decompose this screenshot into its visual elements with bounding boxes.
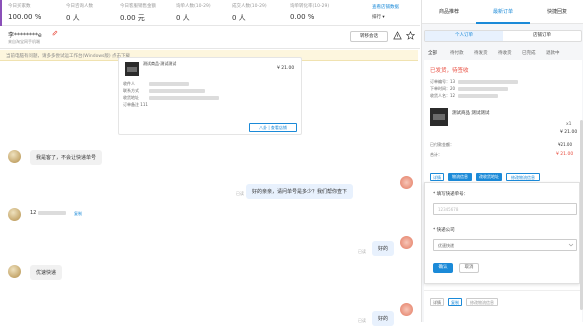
tracking-label: * 填写快递单号： bbox=[433, 192, 469, 197]
field-remark: 订单备注 111 bbox=[123, 102, 148, 107]
message-text: 12 bbox=[30, 210, 37, 216]
chat-area: 测试商品·测试测试 ¥ 21.00 收件人 联系方式 收货地址 订单备注 111… bbox=[0, 57, 420, 326]
agent-avatar bbox=[400, 236, 413, 249]
order-rows: 订单编号：13 下单时间：20 收货人名：12 bbox=[430, 78, 455, 99]
cancel-button[interactable]: 取消 bbox=[459, 263, 479, 273]
field-address: 收货地址 bbox=[123, 95, 139, 100]
view-data-link[interactable]: 查看店铺数据 bbox=[372, 4, 399, 10]
carrier-select-value: 优速快递 bbox=[438, 243, 454, 248]
read-status: 已读 bbox=[236, 191, 244, 196]
notice-text: 当前电脑有问题，请多多尝试运工作台(Windows版) 点击下载 bbox=[6, 54, 131, 59]
order-card-price: ¥ 21.00 bbox=[277, 66, 295, 71]
edit-icon[interactable] bbox=[52, 30, 58, 36]
customer-source: 来自淘宝网手机端 bbox=[8, 39, 40, 44]
customer-avatar bbox=[8, 150, 21, 163]
accent-bar bbox=[0, 0, 2, 26]
pay-label: 已付款金额： bbox=[430, 142, 454, 147]
filter-to-receive[interactable]: 待收货 bbox=[498, 50, 512, 56]
read-status: 已读 bbox=[358, 318, 366, 323]
order-card-product: 测试商品·测试测试 bbox=[143, 61, 177, 66]
change-address-button[interactable]: 改收货地址 bbox=[476, 173, 502, 181]
order-status: 已发货，待签收 bbox=[430, 68, 469, 74]
redacted-recipient-name bbox=[458, 94, 498, 98]
stat-buyers: 今日买家数 100.00 % bbox=[8, 4, 42, 21]
total-value: ¥ 21.00 bbox=[556, 152, 574, 157]
order-product-name: 测试商品 测试测试 bbox=[452, 111, 490, 116]
message-bubble: 我是客了，不会让快递单号 bbox=[30, 150, 103, 165]
stat-inquiries: 今日咨询人数 0 人 bbox=[66, 4, 93, 22]
bottom-copy-button[interactable]: 复制 bbox=[448, 298, 462, 306]
field-contact: 联系方式 bbox=[123, 88, 139, 93]
logistics-button[interactable]: 物流信息 bbox=[448, 173, 472, 181]
stats-bar: 今日买家数 100.00 % 今日咨询人数 0 人 今日客服销售金额 0.00 … bbox=[0, 0, 420, 26]
total-label: 合计： bbox=[430, 152, 442, 157]
order-detail: 已发货，待签收 订单编号：13 下单时间：20 收货人名：12 测试商品 测试测… bbox=[424, 60, 582, 322]
stat-inquiry-count: 询单人数(10-29) 0 人 bbox=[176, 4, 211, 22]
order-product-thumb bbox=[430, 108, 448, 126]
redacted-address bbox=[149, 96, 219, 100]
message-bubble: 好的 bbox=[372, 311, 395, 326]
sub-tab-personal[interactable]: 个人订单 bbox=[425, 31, 503, 41]
customer-avatar bbox=[8, 265, 21, 278]
stat-deal-count: 成交人数(10-29) 0 人 bbox=[232, 4, 267, 22]
redacted-phone bbox=[149, 89, 205, 93]
chat-header: 李********e 来自淘宝网手机端 转移会话 bbox=[0, 27, 420, 49]
stat-sales: 今日客服销售金额 0.00 元 bbox=[120, 4, 156, 22]
chevron-down-icon bbox=[568, 242, 574, 250]
tab-recommend[interactable]: 商品推荐 bbox=[422, 0, 476, 24]
filter-to-ship[interactable]: 待发货 bbox=[474, 50, 488, 56]
modify-logistics-button[interactable]: 修改物流信息 bbox=[506, 173, 540, 181]
customer-avatar bbox=[8, 208, 21, 221]
redacted-order-time bbox=[458, 87, 508, 91]
sort-dropdown[interactable]: 排行 ▾ bbox=[372, 14, 385, 20]
order-price: ¥ 21.00 bbox=[560, 130, 578, 135]
read-status: 已读 bbox=[358, 249, 366, 254]
redacted-order-no bbox=[458, 80, 518, 84]
bottom-modify-logistics-button[interactable]: 修改物流信息 bbox=[466, 298, 498, 306]
message-bubble: 优速快递 bbox=[30, 265, 63, 280]
filter-done[interactable]: 已完成 bbox=[522, 50, 536, 56]
order-card: 测试商品·测试测试 ¥ 21.00 收件人 联系方式 收货地址 订单备注 111… bbox=[118, 57, 302, 135]
bottom-detail-button[interactable]: 详情 bbox=[430, 298, 444, 306]
agent-avatar bbox=[400, 303, 413, 316]
order-card-action[interactable]: 八卦 | 查看店铺 bbox=[249, 123, 297, 132]
sub-tab-store[interactable]: 店铺订单 bbox=[503, 31, 581, 41]
message-bubble: 好的 bbox=[372, 241, 395, 256]
order-number: 订单编号：13 bbox=[430, 79, 456, 84]
order-card-fields: 收件人 联系方式 收货地址 订单备注 111 bbox=[123, 80, 148, 108]
tab-latest-orders[interactable]: 最新订单 bbox=[476, 0, 530, 24]
warning-icon[interactable] bbox=[393, 31, 402, 42]
ship-form: * 填写快递单号： 12345678 * 快递公司 优速快递 确认 取消 bbox=[424, 182, 580, 284]
order-qty: x1 bbox=[566, 122, 572, 127]
tab-quick-reply[interactable]: 快捷回复 bbox=[530, 0, 583, 24]
star-icon[interactable] bbox=[405, 30, 416, 42]
filter-refund[interactable]: 退款中 bbox=[546, 50, 560, 56]
product-thumb bbox=[125, 62, 139, 76]
field-recipient: 收件人 bbox=[123, 81, 135, 86]
redacted-tracking bbox=[38, 211, 66, 215]
detail-button[interactable]: 详情 bbox=[430, 173, 444, 181]
agent-avatar bbox=[400, 176, 413, 189]
message-bubble: 好的亲亲，请问单号是多少？我们帮你查下 bbox=[246, 184, 354, 199]
tracking-input[interactable]: 12345678 bbox=[433, 203, 577, 215]
pay-value: ¥21.00 bbox=[558, 142, 572, 147]
stat-conversion: 询单转化率(10-29) 0.00 % bbox=[290, 4, 330, 21]
transfer-button[interactable]: 转移会话 bbox=[350, 31, 388, 42]
filter-unpaid[interactable]: 待付款 bbox=[450, 50, 464, 56]
order-recipient: 收货人名：12 bbox=[430, 93, 456, 98]
carrier-label: * 快递公司 bbox=[433, 228, 455, 233]
filter-all[interactable]: 全部 bbox=[428, 50, 437, 56]
carrier-select[interactable]: 优速快递 bbox=[433, 239, 577, 251]
customer-name: 李********e bbox=[8, 32, 42, 39]
redacted-recipient bbox=[149, 82, 189, 86]
right-panel: 商品推荐 最新订单 快捷回复 个人订单 店铺订单 全部 待付款 待发货 待收货 … bbox=[421, 0, 583, 322]
confirm-button[interactable]: 确认 bbox=[433, 263, 453, 273]
copy-link[interactable]: 复制 bbox=[74, 211, 82, 217]
divider bbox=[424, 290, 580, 291]
transfer-label: 转移会话 bbox=[360, 34, 378, 39]
sub-tab-bar: 个人订单 店铺订单 bbox=[424, 30, 582, 42]
order-time: 下单时间：20 bbox=[430, 86, 456, 91]
tracking-input-value: 12345678 bbox=[438, 207, 459, 212]
